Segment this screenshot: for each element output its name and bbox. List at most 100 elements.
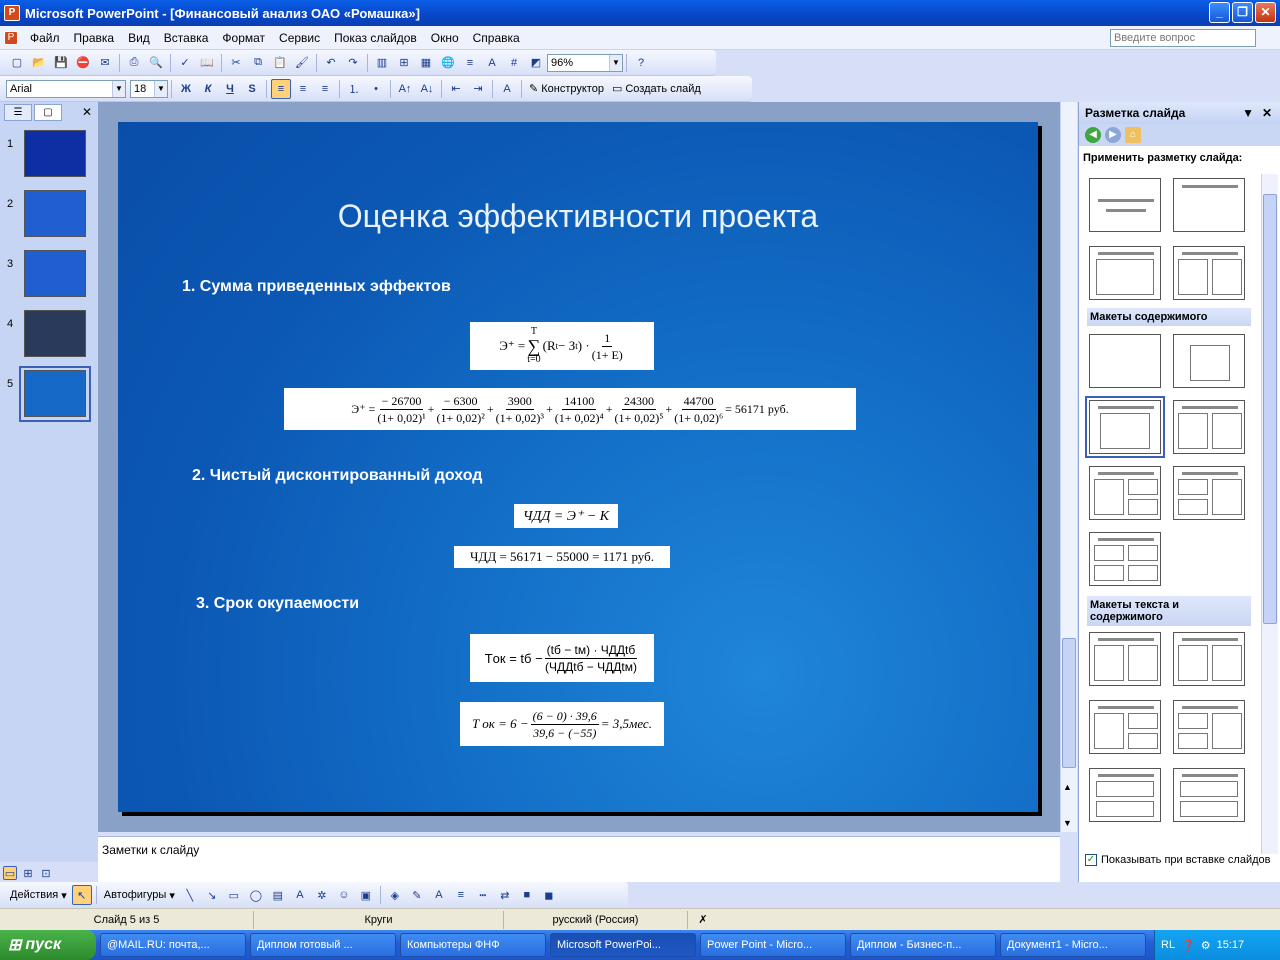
ask-question-input[interactable]: Введите вопрос: [1110, 29, 1256, 47]
menu-format[interactable]: Формат: [215, 26, 272, 50]
task-folder-computers[interactable]: Компьютеры ФНФ: [400, 933, 546, 957]
show-formatting-icon[interactable]: A: [482, 53, 502, 73]
numbering-icon[interactable]: ⒈: [344, 79, 364, 99]
research-icon[interactable]: 📖: [197, 53, 217, 73]
decrease-indent-icon[interactable]: ⇤: [446, 79, 466, 99]
help-icon[interactable]: ?: [631, 53, 651, 73]
new-icon[interactable]: ▢: [7, 53, 27, 73]
layout-title-three-content[interactable]: [1089, 466, 1161, 520]
formula-npv-value[interactable]: ЧДД = 56171 − 55000 = 1171 руб.: [454, 546, 670, 568]
menu-file[interactable]: Файл: [23, 26, 67, 50]
preview-icon[interactable]: 🔍: [146, 53, 166, 73]
slide-thumbnail-5[interactable]: [24, 370, 86, 417]
heading-2[interactable]: 2. Чистый дисконтированный доход: [192, 467, 482, 485]
outline-tab[interactable]: ☰: [4, 103, 32, 121]
layout-text-content-4[interactable]: [1173, 700, 1245, 754]
formula-payback[interactable]: Tок = tб − (tб − tм) · ЧДДtб (ЧДДtб − ЧДД…: [470, 634, 654, 682]
chevron-down-icon[interactable]: ▼: [1242, 102, 1254, 124]
home-icon[interactable]: ⌂: [1125, 127, 1141, 143]
actions-menu[interactable]: Действия ▾: [6, 889, 71, 902]
layout-text-content-5[interactable]: [1089, 768, 1161, 822]
sorter-view-icon[interactable]: ⊞: [21, 866, 35, 880]
open-icon[interactable]: 📂: [29, 53, 49, 73]
fill-color-icon[interactable]: ◈: [385, 885, 405, 905]
decrease-font-icon[interactable]: A↓: [417, 79, 437, 99]
format-painter-icon[interactable]: 🖌: [292, 53, 312, 73]
heading-1[interactable]: 1. Сумма приведенных эффектов: [182, 278, 451, 296]
rectangle-icon[interactable]: ▭: [224, 885, 244, 905]
bullets-icon[interactable]: •: [366, 79, 386, 99]
show-on-insert-checkbox[interactable]: ✓ Показывать при вставке слайдов: [1085, 854, 1271, 866]
shadow-button[interactable]: S: [242, 79, 262, 99]
align-right-icon[interactable]: ≡: [315, 79, 335, 99]
task-powerpoint[interactable]: Microsoft PowerPoi...: [550, 933, 696, 957]
dash-style-icon[interactable]: ┅: [473, 885, 493, 905]
layout-title[interactable]: [1089, 178, 1161, 232]
hyperlink-icon[interactable]: 🌐: [438, 53, 458, 73]
tray-icon[interactable]: ❓: [1181, 939, 1195, 952]
undo-icon[interactable]: ↶: [321, 53, 341, 73]
prev-slide-icon[interactable]: ▲: [1063, 782, 1072, 792]
picture-icon[interactable]: ▣: [356, 885, 376, 905]
designer-button[interactable]: ✎ Конструктор: [525, 82, 608, 96]
copy-icon[interactable]: ⧉: [248, 53, 268, 73]
current-slide[interactable]: Оценка эффективности проекта 1. Сумма пр…: [118, 122, 1038, 812]
menu-edit[interactable]: Правка: [67, 26, 122, 50]
notes-pane[interactable]: Заметки к слайду: [98, 836, 1060, 882]
formula-sum-effects[interactable]: Э⁺ = T ∑ t=0 (R t − Зt ) · 1 (1+ E): [470, 322, 654, 370]
wordart-icon[interactable]: A: [290, 885, 310, 905]
font-color-draw-icon[interactable]: A: [429, 885, 449, 905]
cut-icon[interactable]: ✂: [226, 53, 246, 73]
slideshow-view-icon[interactable]: ⊡: [39, 866, 53, 880]
italic-button[interactable]: К: [198, 79, 218, 99]
expand-icon[interactable]: ≡: [460, 53, 480, 73]
layout-text-content-2[interactable]: [1173, 632, 1245, 686]
layout-title-text[interactable]: [1089, 246, 1161, 300]
next-slide-icon[interactable]: ▼: [1063, 818, 1072, 828]
slides-tab[interactable]: ▢: [34, 103, 62, 121]
slide-title[interactable]: Оценка эффективности проекта: [118, 198, 1038, 235]
table-icon[interactable]: ⊞: [394, 53, 414, 73]
layout-title-four-content[interactable]: [1089, 532, 1161, 586]
formula-effects-values[interactable]: Э⁺ = − 26700 (1+ 0,02)¹ + − 6300 (1+ 0,02)²…: [284, 388, 856, 430]
language-indicator[interactable]: RL: [1161, 939, 1175, 951]
save-icon[interactable]: 💾: [51, 53, 71, 73]
slide-thumbnail-3[interactable]: [24, 250, 86, 297]
close-button[interactable]: ✕: [1255, 2, 1276, 23]
task-word-powerpoint[interactable]: Power Point - Micro...: [700, 933, 846, 957]
3d-style-icon[interactable]: ◼: [539, 885, 559, 905]
font-color-icon[interactable]: A: [497, 79, 517, 99]
line-style-icon[interactable]: ≡: [451, 885, 471, 905]
oval-icon[interactable]: ◯: [246, 885, 266, 905]
close-panel-icon[interactable]: ✕: [82, 105, 94, 119]
task-word-document1[interactable]: Документ1 - Micro...: [1000, 933, 1146, 957]
color-grayscale-icon[interactable]: ◩: [526, 53, 546, 73]
layout-title-only[interactable]: [1173, 178, 1245, 232]
font-select[interactable]: Arial ▼: [6, 79, 126, 98]
autoshapes-menu[interactable]: Автофигуры ▾: [100, 889, 179, 902]
line-color-icon[interactable]: ✎: [407, 885, 427, 905]
tables-borders-icon[interactable]: ▦: [416, 53, 436, 73]
print-icon[interactable]: ⎙: [124, 53, 144, 73]
scrollbar-thumb[interactable]: [1062, 638, 1076, 768]
tray-icon[interactable]: ⚙: [1201, 939, 1211, 952]
menu-help[interactable]: Справка: [466, 26, 527, 50]
forward-icon[interactable]: ▶: [1105, 127, 1121, 143]
permission-icon[interactable]: ⛔: [73, 53, 93, 73]
select-arrow-icon[interactable]: ↖: [71, 885, 92, 905]
zoom-select[interactable]: 96% ▼: [547, 53, 623, 72]
chart-icon[interactable]: ▥: [372, 53, 392, 73]
redo-icon[interactable]: ↷: [343, 53, 363, 73]
align-left-icon[interactable]: ≡: [271, 78, 291, 99]
menu-window[interactable]: Окно: [424, 26, 466, 50]
slide-thumbnail-1[interactable]: [24, 130, 86, 177]
diagram-icon[interactable]: ✲: [312, 885, 332, 905]
restore-button[interactable]: ❐: [1232, 2, 1253, 23]
slide-thumbnail-2[interactable]: [24, 190, 86, 237]
task-mail[interactable]: @MAIL.RU: почта,...: [100, 933, 246, 957]
email-icon[interactable]: ✉: [95, 53, 115, 73]
close-icon[interactable]: ✕: [1262, 102, 1272, 124]
heading-3[interactable]: 3. Срок окупаемости: [196, 595, 359, 613]
spelling-icon[interactable]: ✓: [175, 53, 195, 73]
clipart-icon[interactable]: ☺: [334, 885, 354, 905]
